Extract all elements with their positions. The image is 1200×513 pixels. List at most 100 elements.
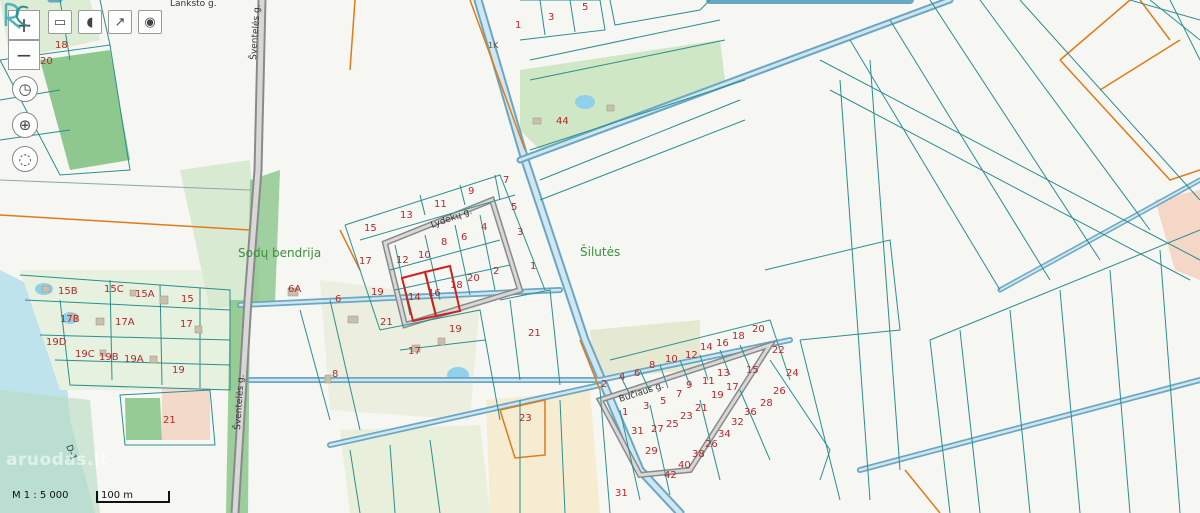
parcel-label-s10: 10 [665,354,678,365]
parcel-label-44: 44 [556,116,569,127]
parcel-label-6: 6 [335,294,341,305]
parcel-label-s19: 19 [711,390,724,401]
parcel-label-s25: 25 [666,419,679,430]
parcel-label-9: 9 [468,186,474,197]
parcel-label-15c: 15 [181,294,194,305]
parcel-label-s14: 14 [700,342,713,353]
parcel-label-s13: 13 [717,368,730,379]
parcel-label-s16: 16 [716,338,729,349]
parcel-label-s12: 12 [685,350,698,361]
parcel-label-s1: 1 [622,407,628,418]
parcel-label-s2: 2 [601,379,607,390]
parcel-label-21c: 21 [163,415,176,426]
parcel-label-s17: 17 [726,382,739,393]
watermark: aruodas.lt [6,450,109,470]
parcel-label-19b: 19 [449,324,462,335]
parcel-label-20: 20 [467,273,480,284]
parcel-label-s7: 7 [676,389,682,400]
parcel-label-12: 12 [396,255,409,266]
parcel-label-19c: 19 [172,365,185,376]
parcel-label-19C: 19C [75,349,95,360]
parcel-label-5b: 5 [511,202,517,213]
parcel-label-s36: 36 [744,407,757,418]
parcel-label-17B: 17B [60,314,80,325]
parcel-label-s27: 27 [651,424,664,435]
parcel-label-6: 6 [461,232,467,243]
parcel-label-s5: 5 [660,396,666,407]
cadastre-map[interactable]: 1 3 5 44 15 13 11 9 7 12 10 8 6 4 17 14 … [0,0,1200,513]
parcel-label-17: 17 [359,256,372,267]
parcel-label-3b: 3 [517,227,523,238]
parcel-label-13: 13 [400,210,413,221]
road-code-label: 1K [488,41,499,50]
parcel-label-19D: 19D [46,337,67,348]
parcel-label-19A: 19A [124,354,144,365]
parcel-label-s15: 15 [746,365,759,376]
parcel-label-s4: 4 [619,372,625,383]
parcel-label-11: 11 [434,199,447,210]
parcel-label-2: 2 [493,266,499,277]
parcel-label-1: 1 [515,20,521,31]
parcel-label-7: 7 [503,175,509,186]
location-icon[interactable]: ◉ [138,10,162,34]
parcel-label-s8: 8 [649,360,655,371]
parcel-label-21: 21 [380,317,393,328]
parcel-label-s22: 22 [772,345,785,356]
rotate-compass-icon[interactable]: ◷ [12,76,38,102]
parcel-label-6A: 6A [288,284,301,295]
sand-patch [162,388,210,440]
parcel-label-4: 4 [481,222,487,233]
draw-area-icon[interactable]: ◌ [12,146,38,172]
parcel-label-18: 18 [55,40,68,51]
parcel-label-17b: 17 [408,346,421,357]
locate-crosshair-icon[interactable]: ⊕ [12,112,38,138]
zoom-out-button[interactable]: − [8,40,40,70]
parcel-label-s32: 32 [731,417,744,428]
rc-logo-icon [4,2,29,29]
parcel-label-s26b: 26 [705,439,718,450]
ruler-icon[interactable]: ▭ [48,10,72,34]
parcel-label-s11: 11 [702,376,715,387]
area-label-siluites: Šilutės [580,244,620,259]
parcel-label-21b: 21 [528,328,541,339]
parcel-label-s40: 40 [678,460,691,471]
scale-ratio: M 1 : 5 000 [12,490,69,501]
parcel-label-s18: 18 [732,331,745,342]
parcel-label-s31: 31 [631,426,644,437]
area-label-sodu: Sodų bendrija [238,246,321,260]
pond-1 [575,95,595,109]
parcel-label-s28: 28 [760,398,773,409]
parcel-label-s3: 3 [643,401,649,412]
parcel-label-s26: 26 [773,386,786,397]
mouse-icon[interactable]: ◖ [78,10,102,34]
parcel-label-s29: 29 [645,446,658,457]
parcel-label-14: 14 [408,292,421,303]
export-icon[interactable]: ↗ [108,10,132,34]
parcel-label-18: 18 [450,280,463,291]
parcel-label-10: 10 [418,250,431,261]
parcel-label-s34: 34 [718,429,731,440]
parcel-label-19B: 19B [99,352,119,363]
parcel-label-19: 19 [371,287,384,298]
parcel-label-s42: 42 [664,470,677,481]
parcel-label-15A: 15A [135,289,155,300]
parcel-label-s23: 23 [680,411,693,422]
parcel-label-s38: 38 [692,449,705,460]
map-canvas[interactable]: 1 3 5 44 15 13 11 9 7 12 10 8 6 4 17 14 … [0,0,1200,513]
parcel-label-s24: 24 [786,368,799,379]
parcel-label-s21: 21 [695,403,708,414]
parcel-label-8: 8 [441,237,447,248]
parcel-label-20: 20 [40,56,53,67]
parcel-label-23: 23 [519,413,532,424]
parcel-label-1b: 1 [530,261,536,272]
parcel-label-31: 31 [615,488,628,499]
parcel-label-15: 15 [364,223,377,234]
street-label-lanksto: Lanksto g. [170,0,217,9]
map-toolbar: ▭ ◖ ↗ ◉ [48,10,168,34]
parcel-label-17A: 17A [115,317,135,328]
parcel-label-3: 3 [548,12,554,23]
parcel-label-s6: 6 [634,368,640,379]
parcel-label-8: 8 [332,369,338,380]
forest-patch-2 [125,398,162,440]
parcel-label-s9: 9 [686,380,692,391]
